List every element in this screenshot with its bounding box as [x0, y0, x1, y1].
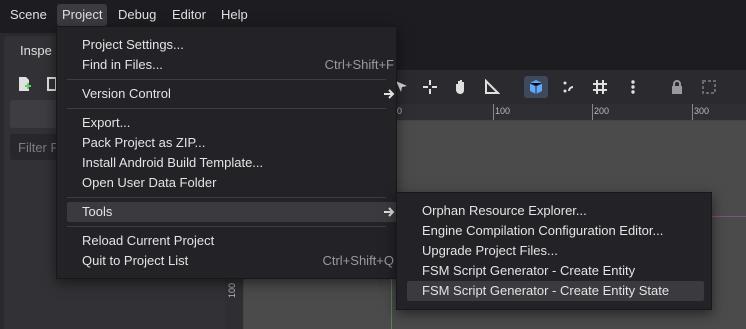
- menu-project[interactable]: Project: [57, 4, 108, 26]
- lock-icon: [672, 80, 682, 94]
- menu-item-label: Tools: [82, 204, 113, 219]
- submenu-item-orphan-resource-explorer[interactable]: Orphan Resource Explorer...: [407, 201, 704, 221]
- x-axis-line: [709, 216, 746, 217]
- menu-item-label: Pack Project as ZIP...: [82, 135, 206, 150]
- submenu-item-upgrade-project-files[interactable]: Upgrade Project Files...: [407, 241, 704, 261]
- ruler-mode-button[interactable]: [480, 76, 504, 98]
- grid-icon: [593, 80, 607, 94]
- pan-mode-button[interactable]: [449, 76, 473, 98]
- menu-item-label: Export...: [82, 115, 131, 130]
- move-mode-button[interactable]: [418, 76, 442, 98]
- menu-item-tools[interactable]: Tools: [67, 202, 401, 222]
- more-options-button[interactable]: [621, 76, 645, 98]
- menu-scene[interactable]: Scene: [5, 4, 52, 26]
- submenu-item-engine-compilation-editor[interactable]: Engine Compilation Configuration Editor.…: [407, 221, 704, 241]
- lock-button[interactable]: [665, 76, 689, 98]
- menu-item-label: Orphan Resource Explorer...: [422, 203, 587, 218]
- menu-editor[interactable]: Editor: [167, 4, 211, 26]
- menu-item-label: FSM Script Generator - Create Entity: [422, 263, 636, 278]
- menu-item-label: FSM Script Generator - Create Entity Sta…: [422, 283, 670, 298]
- arrow-right-icon: [384, 89, 395, 99]
- menu-separator: [67, 226, 386, 227]
- ruler-icon: [485, 79, 500, 94]
- ruler-label-200: 200: [594, 106, 610, 116]
- menu-item-label: Version Control: [82, 86, 171, 101]
- menu-item-label: Engine Compilation Configuration Editor.…: [422, 223, 664, 238]
- menu-item-export[interactable]: Export...: [67, 113, 401, 133]
- menu-separator: [67, 197, 386, 198]
- menu-item-project-settings[interactable]: Project Settings...: [67, 35, 401, 55]
- submenu-item-fsm-create-entity[interactable]: FSM Script Generator - Create Entity: [407, 261, 704, 281]
- smart-snap-button[interactable]: [524, 76, 548, 98]
- tools-submenu: Orphan Resource Explorer... Engine Compi…: [396, 192, 712, 310]
- menu-item-pack-zip[interactable]: Pack Project as ZIP...: [67, 133, 401, 153]
- menu-separator: [67, 79, 386, 80]
- grid-snap-button[interactable]: [588, 76, 612, 98]
- menu-item-label: Find in Files...: [82, 57, 163, 72]
- kebab-icon: [631, 80, 635, 94]
- menu-item-install-android-template[interactable]: Install Android Build Template...: [67, 153, 401, 173]
- menu-separator: [67, 108, 386, 109]
- submenu-item-fsm-create-entity-state[interactable]: FSM Script Generator - Create Entity Sta…: [407, 281, 704, 301]
- ruler-tick: [592, 104, 593, 120]
- tab-inspector[interactable]: Inspe: [4, 36, 64, 64]
- shortcut-label: Ctrl+Shift+Q: [322, 253, 394, 268]
- menu-item-label: Upgrade Project Files...: [422, 243, 558, 258]
- menu-item-label: Project Settings...: [82, 37, 184, 52]
- menu-item-open-user-data[interactable]: Open User Data Folder: [67, 173, 401, 193]
- group-button[interactable]: [697, 76, 721, 98]
- ruler-tick: [493, 104, 494, 120]
- menu-item-label: Open User Data Folder: [82, 175, 217, 190]
- snap-dots-icon: [563, 81, 574, 93]
- ruler-label-100: 100: [495, 106, 511, 116]
- menu-item-label: Reload Current Project: [82, 233, 215, 248]
- group-icon: [702, 80, 716, 94]
- ruler-label-300: 300: [694, 106, 710, 116]
- menu-help[interactable]: Help: [216, 4, 253, 26]
- new-resource-icon[interactable]: [17, 76, 31, 92]
- menu-item-label: Install Android Build Template...: [82, 155, 264, 170]
- cube-icon: [529, 80, 543, 94]
- menu-item-version-control[interactable]: Version Control: [67, 84, 401, 104]
- menu-item-label: Quit to Project List: [82, 253, 189, 268]
- shortcut-label: Ctrl+Shift+F: [324, 57, 394, 72]
- pivot-icon: [423, 80, 437, 94]
- menu-item-quit-to-project-list[interactable]: Quit to Project List Ctrl+Shift+Q: [67, 251, 401, 271]
- hand-icon: [456, 80, 464, 94]
- arrow-right-icon: [384, 207, 395, 217]
- tab-inspector-label: Inspe: [20, 43, 52, 58]
- ruler-tick: [692, 104, 693, 120]
- ruler-label-v100: 100: [227, 282, 237, 298]
- menu-item-reload-project[interactable]: Reload Current Project: [67, 231, 401, 251]
- snap-options-button[interactable]: [557, 76, 581, 98]
- project-menu: Project Settings... Find in Files... Ctrl…: [56, 26, 401, 279]
- menu-item-find-in-files[interactable]: Find in Files... Ctrl+Shift+F: [67, 55, 401, 75]
- menu-debug[interactable]: Debug: [113, 4, 161, 26]
